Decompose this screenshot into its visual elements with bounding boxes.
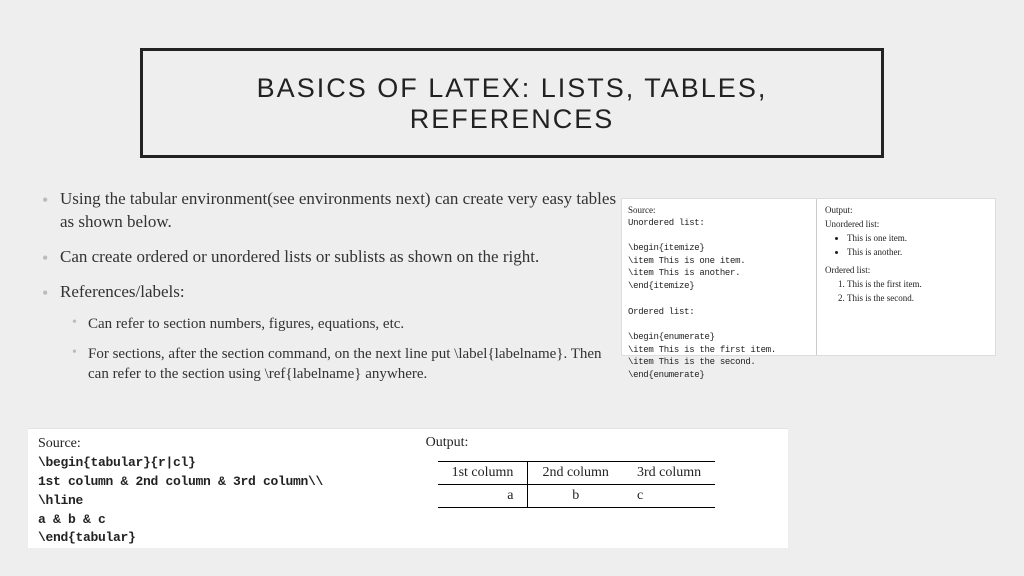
list-item: This is the second. xyxy=(847,293,987,303)
lists-example-panel: Source: Unordered list: \begin{itemize} … xyxy=(621,198,996,356)
bullet-3-text: References/labels: xyxy=(60,282,185,301)
src-line: a & b & c xyxy=(38,512,106,527)
src-line: \end{tabular} xyxy=(38,530,136,545)
tabular-output-column: Output: 1st column 2nd column 3rd column… xyxy=(416,429,788,548)
src-line: \begin{enumerate} xyxy=(628,332,715,342)
tabular-example-panel: Source: \begin{tabular}{r|cl} 1st column… xyxy=(28,428,788,548)
cell: 3rd column xyxy=(623,462,715,485)
table-row: 1st column 2nd column 3rd column xyxy=(438,462,716,485)
bullet-3b: For sections, after the section command,… xyxy=(60,344,620,385)
cell: 1st column xyxy=(438,462,528,485)
bullet-3a: Can refer to section numbers, figures, e… xyxy=(60,314,620,334)
unordered-list: This is one item. This is another. xyxy=(847,233,987,257)
src-line: \hline xyxy=(38,493,83,508)
src-line: 1st column & 2nd column & 3rd column\\ xyxy=(38,474,323,489)
lists-source-column: Source: Unordered list: \begin{itemize} … xyxy=(622,199,816,355)
lists-source-label: Source: xyxy=(628,205,656,215)
src-line: \item This is the first item. xyxy=(628,345,776,355)
tabular-source-column: Source: \begin{tabular}{r|cl} 1st column… xyxy=(28,429,416,548)
src-line: \item This is the second. xyxy=(628,357,756,367)
ordered-label: Ordered list: xyxy=(825,265,987,275)
cell: 2nd column xyxy=(528,462,623,485)
bullet-2: Can create ordered or unordered lists or… xyxy=(40,246,620,269)
output-table: 1st column 2nd column 3rd column a b c xyxy=(438,461,716,508)
tabular-source-label: Source: xyxy=(38,436,81,451)
bullet-1: Using the tabular environment(see enviro… xyxy=(40,188,620,234)
bullet-3: References/labels: Can refer to section … xyxy=(40,281,620,385)
body-bullets: Using the tabular environment(see enviro… xyxy=(40,188,620,397)
unordered-label: Unordered list: xyxy=(825,219,987,229)
list-item: This is another. xyxy=(847,247,987,257)
cell: a xyxy=(438,485,528,508)
src-line: \begin{tabular}{r|cl} xyxy=(38,455,196,470)
src-line: \end{enumerate} xyxy=(628,370,705,380)
src-line: \end{itemize} xyxy=(628,281,694,291)
src-line: \item This is another. xyxy=(628,268,740,278)
slide-title: BASICS OF LATEX: LISTS, TABLES, REFERENC… xyxy=(163,73,861,135)
list-item: This is one item. xyxy=(847,233,987,243)
tabular-output-label: Output: xyxy=(426,435,778,451)
lists-output-column: Output: Unordered list: This is one item… xyxy=(816,199,995,355)
ordered-list: This is the first item. This is the seco… xyxy=(847,279,987,303)
src-line: \begin{itemize} xyxy=(628,243,705,253)
cell: c xyxy=(623,485,715,508)
list-item: This is the first item. xyxy=(847,279,987,289)
src-line: \item This is one item. xyxy=(628,256,745,266)
cell: b xyxy=(528,485,623,508)
src-line: Ordered list: xyxy=(628,307,694,317)
slide-title-box: BASICS OF LATEX: LISTS, TABLES, REFERENC… xyxy=(140,48,884,158)
lists-output-label: Output: xyxy=(825,205,987,215)
table-row: a b c xyxy=(438,485,716,508)
src-line: Unordered list: xyxy=(628,218,705,228)
